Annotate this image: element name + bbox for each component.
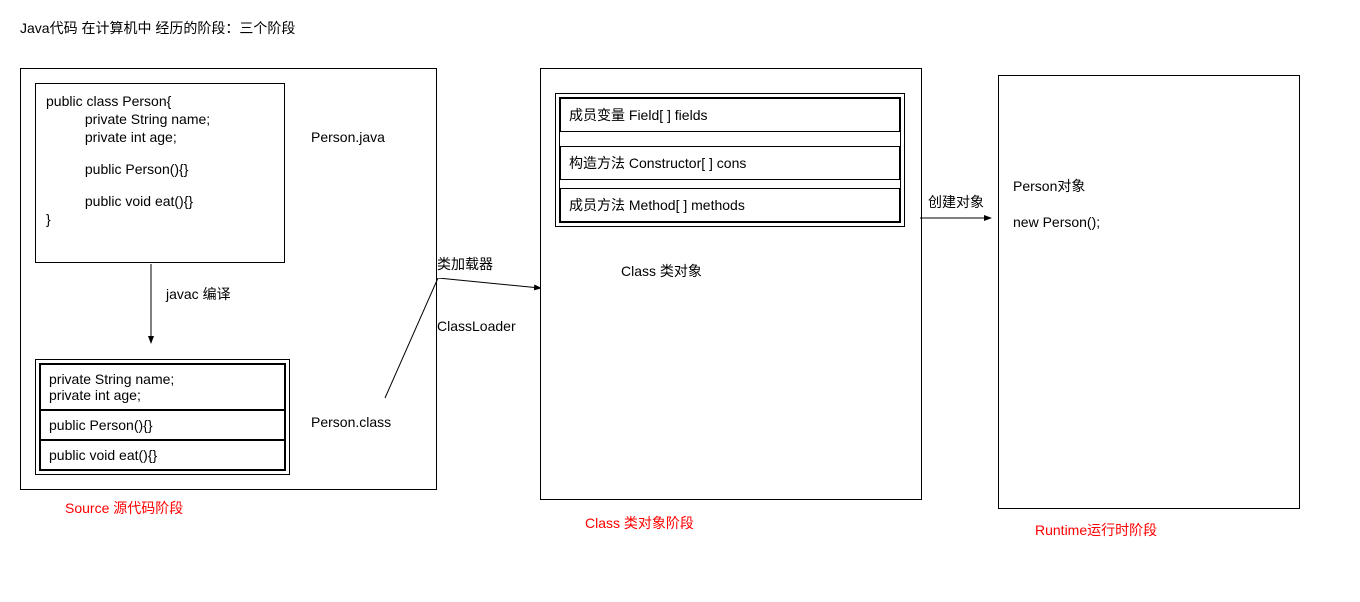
person-java-label: Person.java [311,129,385,145]
person-class-box: private String name; private int age; pu… [35,359,290,475]
runtime-line1: Person对象 [1013,176,1085,196]
class-object-caption: Class 类对象 [621,261,702,281]
class-file-fields: private String name; private int age; [40,364,285,410]
class-file-constructor: public Person(){} [40,410,285,440]
code-line: private int age; [46,128,274,146]
class-stage-label: Class 类对象阶段 [585,513,694,533]
runtime-stage-box: Person对象 new Person(); [998,75,1300,509]
classloader-arrow-icon [350,278,550,418]
page-title: Java代码 在计算机中 经历的阶段：三个阶段 [20,18,295,38]
classloader-bottom-label: ClassLoader [437,318,516,334]
source-stage-label: Source 源代码阶段 [65,498,183,518]
runtime-line2: new Person(); [1013,214,1100,230]
classloader-top-label: 类加载器 [437,254,493,274]
create-object-arrow-icon [920,210,1000,230]
code-line: public class Person{ [46,92,274,110]
javac-label: javac 编译 [166,284,231,304]
code-line: private String name; [46,110,274,128]
class-methods-row: 成员方法 Method[ ] methods [560,188,900,222]
class-stage-box: 成员变量 Field[ ] fields 构造方法 Constructor[ ]… [540,68,922,500]
class-fields-row: 成员变量 Field[ ] fields [560,98,900,132]
class-object-box: 成员变量 Field[ ] fields 构造方法 Constructor[ ]… [555,93,905,227]
runtime-stage-label: Runtime运行时阶段 [1035,520,1157,540]
create-object-label: 创建对象 [928,192,984,212]
code-line: } [46,210,274,228]
person-java-box: public class Person{ private String name… [35,83,285,263]
javac-arrow-icon [131,264,191,354]
code-line: public Person(){} [46,160,274,178]
code-line: public void eat(){} [46,192,274,210]
class-constructor-row: 构造方法 Constructor[ ] cons [560,146,900,180]
class-file-method: public void eat(){} [40,440,285,470]
